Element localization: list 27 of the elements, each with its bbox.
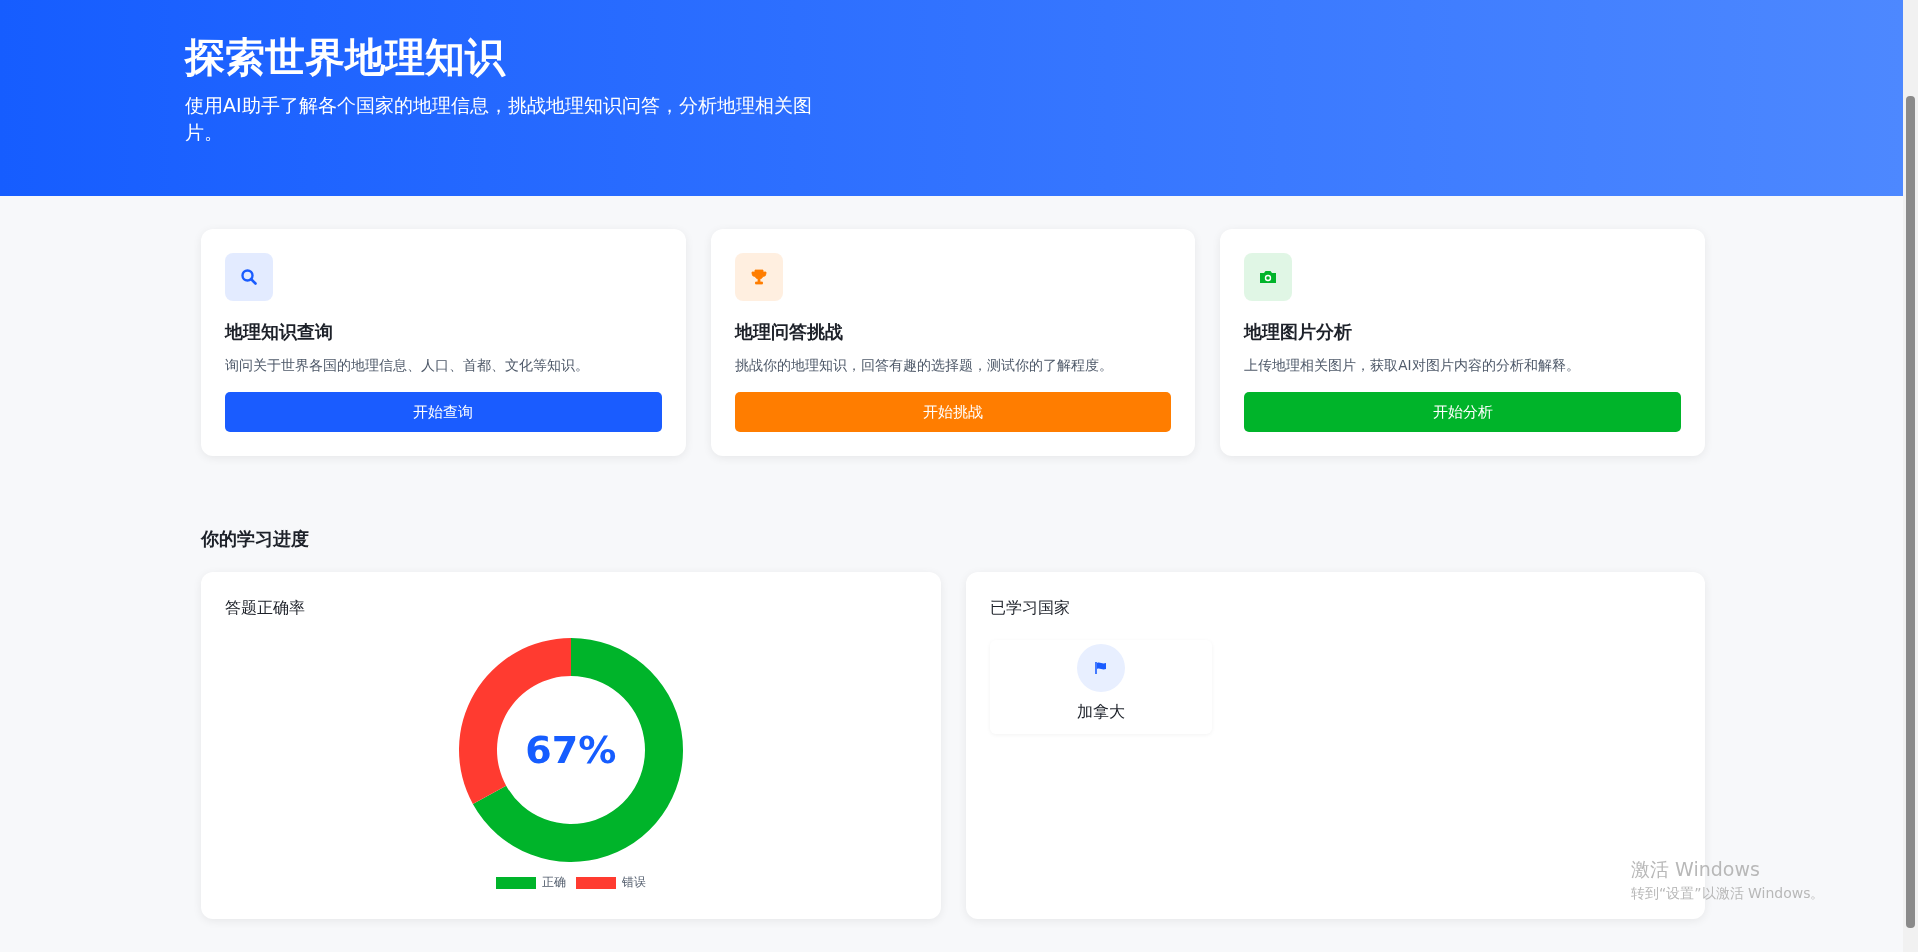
feature-title: 地理问答挑战 — [734, 320, 844, 344]
legend-label: 错误 — [621, 874, 646, 891]
activation-watermark-text: 转到“设置”以激活 Windows。 — [1631, 884, 1825, 903]
card-title: 已学习国家 — [989, 597, 1071, 619]
feature-description: 挑战你的地理知识，回答有趣的选择题，测试你的了解程度。 — [734, 356, 1114, 375]
trophy-icon — [749, 268, 768, 286]
legend-label: 正确 — [541, 874, 566, 891]
hero-subtitle: 使用AI助手了解各个国家的地理信息，挑战地理知识问答，分析地理相关图片。 — [185, 93, 813, 145]
country-name: 加拿大 — [1076, 702, 1125, 723]
feature-title: 地理图片分析 — [1244, 320, 1354, 344]
camera-icon — [1258, 268, 1279, 286]
hero-title: 探索世界地理知识 — [185, 33, 507, 82]
search-icon — [240, 268, 258, 286]
feature-button[interactable]: 开始查询 — [225, 392, 662, 432]
card-title: 答题正确率 — [225, 597, 306, 619]
feature-title: 地理知识查询 — [225, 320, 334, 344]
feature-description: 询问关于世界各国的地理信息、人口、首都、文化等知识。 — [225, 356, 590, 375]
feature-button[interactable]: 开始分析 — [1244, 392, 1681, 432]
accuracy-percentage: 67% — [525, 728, 617, 772]
scrollbar[interactable] — [1903, 0, 1918, 952]
activation-watermark-title: 激活 Windows — [1631, 857, 1761, 881]
flag-icon — [1076, 644, 1125, 692]
feature-description: 上传地理相关图片，获取AI对图片内容的分析和解释。 — [1244, 356, 1581, 375]
country-item[interactable]: 加拿大 — [989, 640, 1212, 734]
section-title: 你的学习进度 — [201, 527, 310, 551]
legend-swatch — [495, 876, 536, 889]
legend-swatch — [575, 876, 616, 889]
